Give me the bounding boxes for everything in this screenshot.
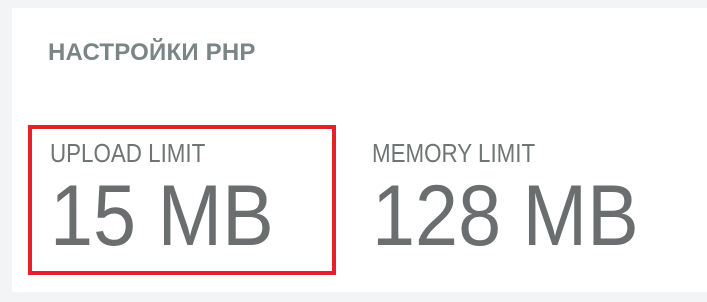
upload-limit-label: UPLOAD LIMIT	[50, 138, 206, 168]
upload-limit-value: 15 MB	[50, 168, 274, 264]
section-title: НАСТРОЙКИ PHP	[48, 39, 256, 66]
memory-limit-value: 128 MB	[372, 168, 639, 264]
memory-limit-label: MEMORY LIMIT	[372, 138, 536, 168]
